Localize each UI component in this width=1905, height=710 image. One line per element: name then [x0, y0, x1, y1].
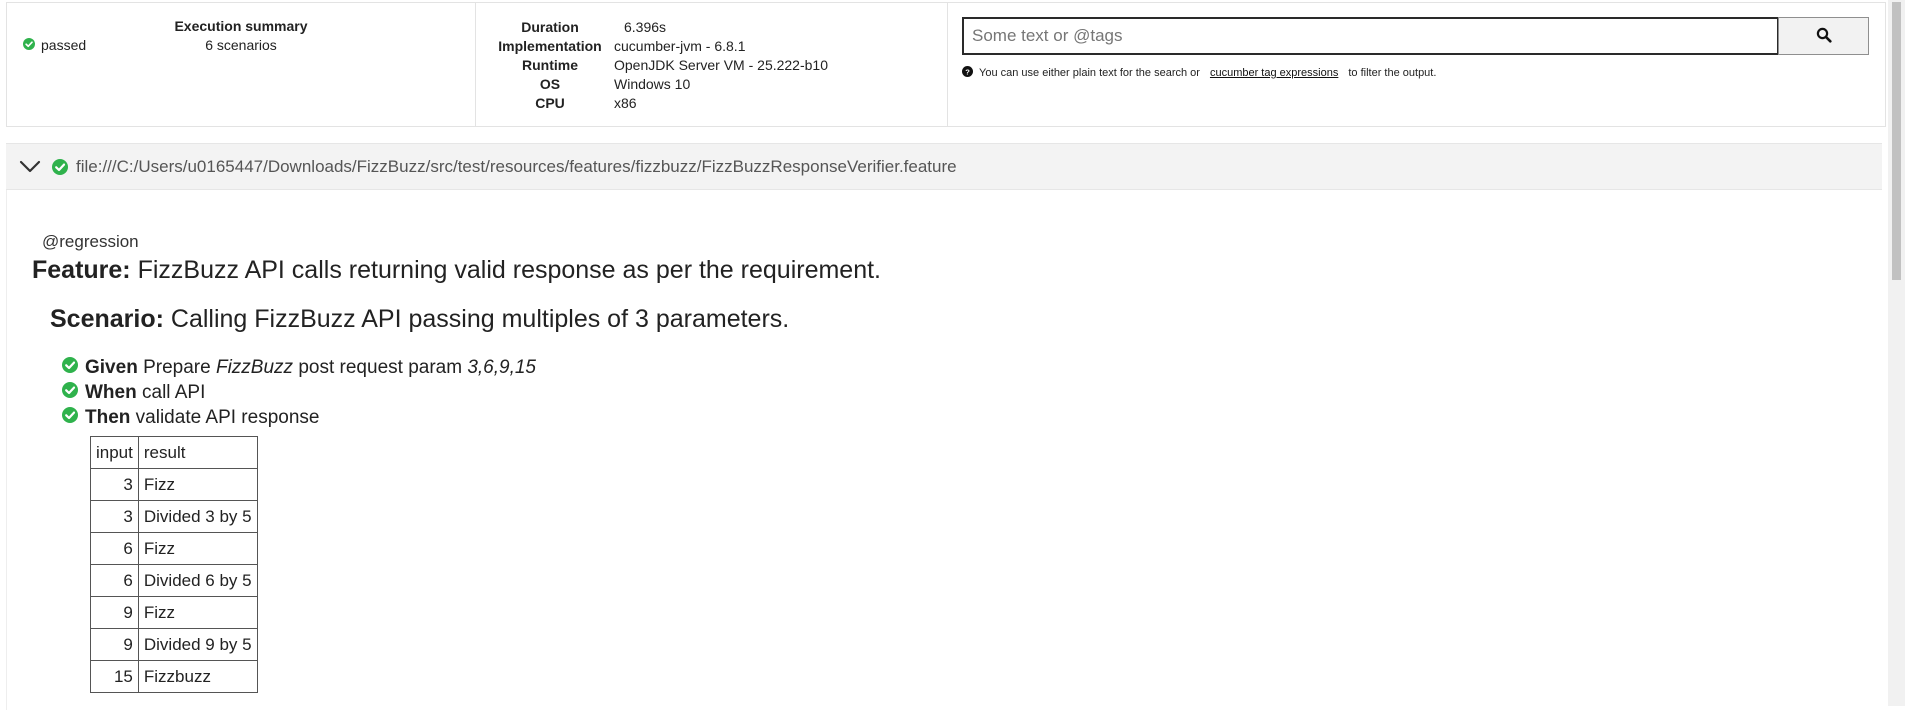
- env-row: OS Windows 10: [490, 75, 828, 94]
- scenario-count: 6 scenarios: [205, 37, 277, 53]
- environment-table: Duration 6.396s Implementation cucumber-…: [490, 18, 828, 113]
- question-circle-icon: ?: [962, 66, 973, 80]
- step-then: Then validate API response: [62, 405, 536, 430]
- feature-tag: @regression: [42, 232, 139, 251]
- table-cell-result: Fizzbuzz: [137, 660, 258, 693]
- env-value: 6.396s: [624, 19, 667, 35]
- env-value: OpenJDK Server VM - 25.222-b10: [614, 57, 828, 73]
- table-cell-input: 3: [90, 468, 139, 501]
- table-row: 15 Fizzbuzz: [90, 660, 258, 693]
- tag-expressions-link[interactable]: cucumber tag expressions: [1210, 67, 1338, 79]
- env-key: OS: [539, 76, 561, 92]
- table-cell-result: Divided 3 by 5: [137, 500, 258, 533]
- step-text: Prepare: [143, 356, 211, 378]
- search-bar: [962, 17, 1869, 55]
- scenario-name: Calling FizzBuzz API passing multiples o…: [170, 305, 790, 333]
- step-text: validate API response: [135, 406, 320, 428]
- check-circle-icon: [23, 37, 35, 53]
- step-keyword: Given: [85, 356, 138, 378]
- feature-title: Feature: FizzBuzz API calls returning va…: [32, 256, 881, 285]
- check-circle-icon: [62, 406, 78, 429]
- table-cell-result: Fizz: [137, 468, 258, 501]
- step-keyword: When: [85, 381, 137, 403]
- table-row: 3 Divided 3 by 5: [90, 500, 258, 533]
- feature-body: @regression Feature: FizzBuzz API calls …: [6, 190, 1882, 710]
- feature-header[interactable]: file:///C:/Users/u0165447/Downloads/Fizz…: [6, 143, 1882, 190]
- search-cell: ? You can use either plain text for the …: [948, 3, 1885, 126]
- table-cell-input: 6: [90, 532, 139, 565]
- step-data-table: input result 3 Fizz 3 Divided 3 by 5 6 F…: [90, 436, 258, 693]
- scenario-title: Scenario: Calling FizzBuzz API passing m…: [50, 305, 789, 334]
- env-key: Duration: [521, 19, 579, 35]
- step-text: post request param: [298, 356, 463, 378]
- chevron-down-icon[interactable]: [16, 153, 44, 181]
- step-keyword: Then: [85, 406, 131, 428]
- table-header-row: input result: [90, 436, 258, 469]
- help-text-prefix: You can use either plain text for the se…: [979, 67, 1200, 79]
- summary-status: passed: [23, 37, 86, 53]
- table-row: 6 Fizz: [90, 532, 258, 565]
- vertical-scrollbar[interactable]: [1888, 0, 1905, 706]
- search-button[interactable]: [1778, 17, 1869, 55]
- environment-cell: Duration 6.396s Implementation cucumber-…: [476, 3, 948, 126]
- table-cell-input: 3: [90, 500, 139, 533]
- step-given: Given Prepare FizzBuzz post request para…: [62, 355, 536, 380]
- step-when: When call API: [62, 380, 536, 405]
- search-input[interactable]: [962, 17, 1779, 55]
- help-text-suffix: to filter the output.: [1348, 67, 1437, 79]
- env-key: CPU: [535, 95, 565, 111]
- env-row: Implementation cucumber-jvm - 6.8.1: [490, 37, 828, 56]
- step-param: FizzBuzz: [215, 356, 294, 378]
- env-value: cucumber-jvm - 6.8.1: [614, 38, 746, 54]
- env-row: CPU x86: [490, 94, 828, 113]
- table-header: input: [90, 436, 139, 469]
- env-key: Implementation: [498, 38, 602, 54]
- summary-cell: Execution summary passed 6 scenarios: [7, 3, 476, 126]
- step-text: call API: [142, 381, 206, 403]
- table-cell-result: Divided 9 by 5: [137, 628, 258, 661]
- svg-text:?: ?: [965, 67, 970, 76]
- table-cell-result: Fizz: [137, 532, 258, 565]
- search-icon: [1816, 27, 1832, 46]
- table-cell-input: 15: [90, 660, 139, 693]
- env-key: Runtime: [522, 57, 578, 73]
- search-help: ? You can use either plain text for the …: [962, 66, 1436, 80]
- execution-summary-panel: Execution summary passed 6 scenarios Dur…: [6, 2, 1886, 127]
- table-cell-input: 6: [90, 564, 139, 597]
- table-cell-input: 9: [90, 596, 139, 629]
- table-cell-result: Fizz: [137, 596, 258, 629]
- feature-keyword: Feature:: [32, 256, 131, 284]
- table-row: 9 Divided 9 by 5: [90, 628, 258, 661]
- env-row: Runtime OpenJDK Server VM - 25.222-b10: [490, 56, 828, 75]
- status-label: passed: [41, 37, 87, 53]
- env-value: x86: [614, 95, 637, 111]
- table-cell-input: 9: [90, 628, 139, 661]
- check-circle-icon: [62, 356, 78, 379]
- table-row: 6 Divided 6 by 5: [90, 564, 258, 597]
- check-circle-icon: [62, 381, 78, 404]
- feature-name: FizzBuzz API calls returning valid respo…: [137, 256, 882, 284]
- env-row: Duration 6.396s: [490, 18, 828, 37]
- check-circle-icon: [52, 158, 68, 175]
- feature-file-path: file:///C:/Users/u0165447/Downloads/Fizz…: [76, 156, 957, 176]
- scenario-keyword: Scenario:: [50, 305, 164, 333]
- table-row: 9 Fizz: [90, 596, 258, 629]
- step-param: 3,6,9,15: [467, 356, 536, 378]
- table-header: result: [137, 436, 258, 469]
- env-value: Windows 10: [614, 76, 691, 92]
- step-list: Given Prepare FizzBuzz post request para…: [62, 355, 536, 430]
- summary-title: Execution summary: [174, 18, 308, 34]
- table-row: 3 Fizz: [90, 468, 258, 501]
- scrollbar-thumb[interactable]: [1892, 2, 1901, 280]
- table-cell-result: Divided 6 by 5: [137, 564, 258, 597]
